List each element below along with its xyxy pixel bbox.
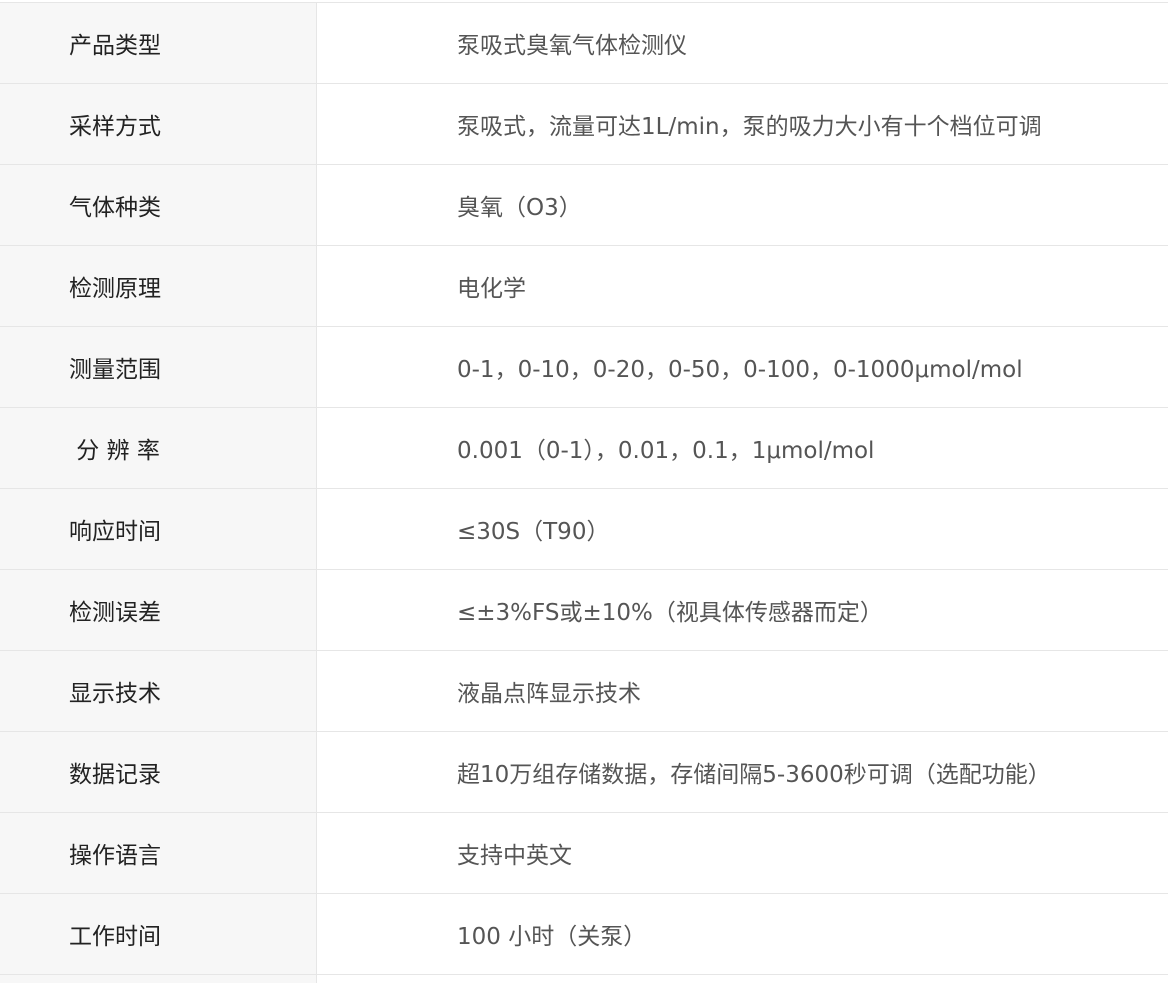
table-row: 工作时间 100 小时（关泵） [0, 894, 1168, 975]
label-cell: 采样方式 [0, 84, 317, 164]
table-row: 测量范围 0-1，0-10，0-20，0-50，0-100，0-1000μmol… [0, 327, 1168, 408]
label-cell: 检测误差 [0, 570, 317, 650]
table-row: 采样方式 泵吸式，流量可达1L/min，泵的吸力大小有十个档位可调 [0, 84, 1168, 165]
row-value: ≤30S（T90） [457, 519, 610, 545]
label-cell: 检测原理 [0, 246, 317, 326]
table-row: 气体种类 臭氧（O3） [0, 165, 1168, 246]
label-cell: 工作时间 [0, 894, 317, 974]
table-row: 检测原理 电化学 [0, 246, 1168, 327]
value-cell: 臭氧（O3） [317, 165, 1168, 245]
row-label: 气体种类 [69, 195, 161, 221]
value-cell: 电化学 [317, 246, 1168, 326]
row-label: 数据记录 [69, 762, 161, 788]
row-label: 检测误差 [69, 600, 161, 626]
label-cell: 操作语言 [0, 813, 317, 893]
label-cell: 分 辨 率 [0, 408, 317, 488]
label-cell [0, 975, 317, 983]
row-label: 响应时间 [69, 519, 161, 545]
row-label: 采样方式 [69, 114, 161, 140]
label-cell: 测量范围 [0, 327, 317, 407]
row-label: 工作时间 [69, 924, 161, 950]
table-row: 响应时间 ≤30S（T90） [0, 489, 1168, 570]
value-cell: 液晶点阵显示技术 [317, 651, 1168, 731]
label-cell: 数据记录 [0, 732, 317, 812]
table-row: 显示技术 液晶点阵显示技术 [0, 651, 1168, 732]
value-cell: 泵吸式臭氧气体检测仪 [317, 3, 1168, 83]
value-cell: 支持中英文 [317, 813, 1168, 893]
table-row: 操作语言 支持中英文 [0, 813, 1168, 894]
label-cell: 响应时间 [0, 489, 317, 569]
label-cell: 产品类型 [0, 3, 317, 83]
row-value: 0-1，0-10，0-20，0-50，0-100，0-1000μmol/mol [457, 357, 1023, 383]
value-cell: 0-1，0-10，0-20，0-50，0-100，0-1000μmol/mol [317, 327, 1168, 407]
value-cell: ≤30S（T90） [317, 489, 1168, 569]
table-row: 检测误差 ≤±3%FS或±10%（视具体传感器而定） [0, 570, 1168, 651]
value-cell: 超10万组存储数据，存储间隔5-3600秒可调（选配功能） [317, 732, 1168, 812]
row-value: 液晶点阵显示技术 [457, 681, 641, 707]
row-value: 泵吸式臭氧气体检测仪 [457, 33, 687, 59]
row-label: 产品类型 [69, 33, 161, 59]
value-cell: 泵吸式，流量可达1L/min，泵的吸力大小有十个档位可调 [317, 84, 1168, 164]
row-label: 检测原理 [69, 276, 161, 302]
row-value: 泵吸式，流量可达1L/min，泵的吸力大小有十个档位可调 [457, 114, 1042, 140]
row-label: 测量范围 [69, 357, 161, 383]
table-row-cutoff [0, 975, 1168, 983]
row-value: 超10万组存储数据，存储间隔5-3600秒可调（选配功能） [457, 762, 1051, 788]
value-cell: 100 小时（关泵） [317, 894, 1168, 974]
table-row: 数据记录 超10万组存储数据，存储间隔5-3600秒可调（选配功能） [0, 732, 1168, 813]
spec-table: 产品类型 泵吸式臭氧气体检测仪 采样方式 泵吸式，流量可达1L/min，泵的吸力… [0, 2, 1168, 983]
value-cell: ≤±3%FS或±10%（视具体传感器而定） [317, 570, 1168, 650]
row-value: ≤±3%FS或±10%（视具体传感器而定） [457, 600, 883, 626]
table-row: 产品类型 泵吸式臭氧气体检测仪 [0, 3, 1168, 84]
row-label: 分 辨 率 [69, 438, 160, 464]
row-value: 支持中英文 [457, 843, 572, 869]
row-value: 电化学 [457, 276, 526, 302]
value-cell: 0.001（0-1），0.01，0.1，1μmol/mol [317, 408, 1168, 488]
value-cell [317, 975, 1168, 983]
label-cell: 显示技术 [0, 651, 317, 731]
row-value: 臭氧（O3） [457, 195, 582, 221]
row-label: 操作语言 [69, 843, 161, 869]
label-cell: 气体种类 [0, 165, 317, 245]
table-row: 分 辨 率 0.001（0-1），0.01，0.1，1μmol/mol [0, 408, 1168, 489]
row-value: 0.001（0-1），0.01，0.1，1μmol/mol [457, 438, 875, 464]
row-label: 显示技术 [69, 681, 161, 707]
row-value: 100 小时（关泵） [457, 924, 647, 950]
